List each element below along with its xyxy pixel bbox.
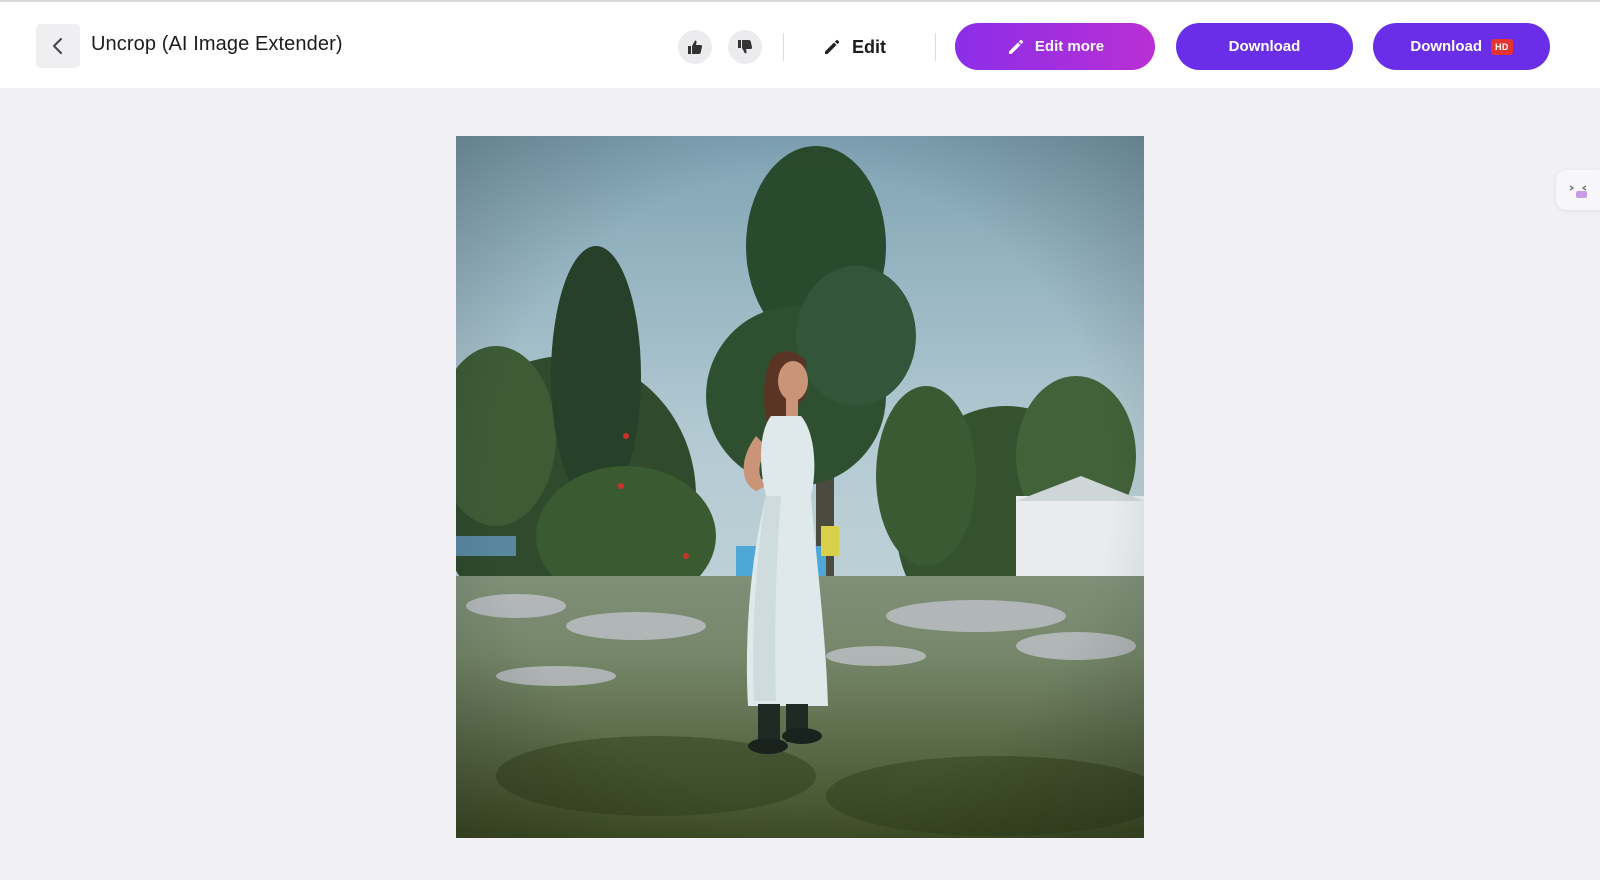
download-label: Download (1228, 38, 1301, 55)
hd-badge: HD (1491, 38, 1513, 55)
pencil-icon (1008, 39, 1024, 54)
edit-button[interactable]: Edit (822, 30, 886, 64)
toolbar-divider (935, 33, 936, 61)
chevron-left-icon (53, 38, 62, 54)
expand-panel-icon (1569, 185, 1587, 198)
pencil-icon (825, 39, 840, 54)
page-title: Uncrop (AI Image Extender) (91, 33, 343, 55)
like-button[interactable] (678, 30, 712, 64)
download-hd-button[interactable]: Download HD (1373, 23, 1550, 70)
download-button[interactable]: Download (1176, 23, 1353, 70)
download-hd-label: Download (1410, 38, 1483, 55)
edit-more-label: Edit more (1034, 38, 1105, 55)
top-toolbar: Uncrop (AI Image Extender) Edit Edit mor… (0, 0, 1600, 88)
dislike-button[interactable] (728, 30, 762, 64)
toolbar-divider (783, 33, 784, 61)
result-image (456, 136, 1144, 838)
back-button[interactable] (36, 24, 80, 68)
thumbs-down-icon (738, 40, 753, 54)
edit-more-button[interactable]: Edit more (955, 23, 1155, 70)
edit-label: Edit (852, 36, 886, 57)
thumbs-up-icon (688, 40, 703, 54)
side-panel-toggle[interactable] (1556, 170, 1600, 210)
